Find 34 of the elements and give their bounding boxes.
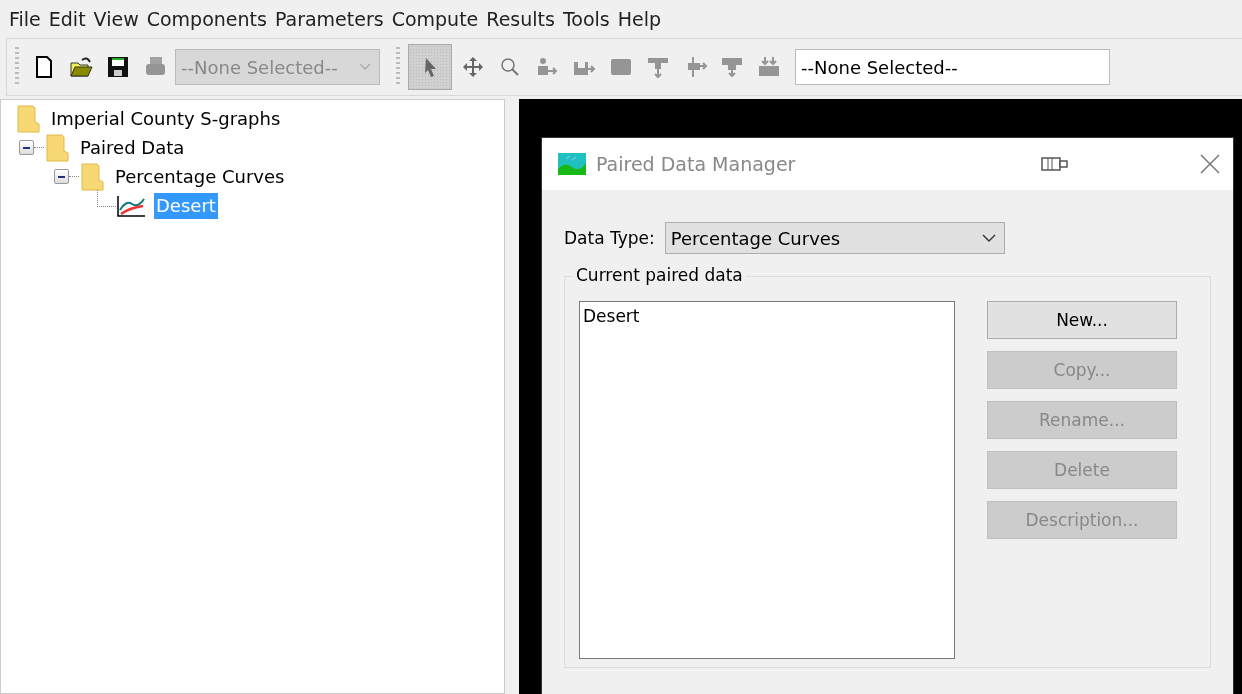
pointer-button[interactable]	[408, 44, 452, 90]
menu-item[interactable]: Results	[486, 8, 562, 30]
menu-item[interactable]: Tools	[562, 8, 617, 30]
data-type-dropdown[interactable]: Percentage Curves	[664, 222, 1005, 254]
tree-item[interactable]: Paired Data	[78, 134, 187, 161]
menu-item[interactable]: File	[9, 8, 48, 30]
list-item[interactable]: Desert	[582, 306, 952, 326]
close-icon[interactable]	[1199, 153, 1221, 175]
tree-item[interactable]: Imperial County S-graphs	[49, 105, 283, 132]
toolbar-grip[interactable]	[396, 47, 400, 87]
menu-item[interactable]: Compute	[391, 8, 486, 30]
caret-icon	[359, 63, 371, 71]
menu-item[interactable]: Parameters	[274, 8, 391, 30]
window-icon[interactable]	[1041, 155, 1069, 173]
menu-item[interactable]: Edit	[48, 8, 93, 30]
element-dropdown[interactable]: --None Selected--	[795, 49, 1110, 85]
menu-item[interactable]: Components	[146, 8, 274, 30]
chart-icon	[116, 193, 146, 218]
toolbar-grip[interactable]	[15, 47, 19, 87]
folder-icon	[46, 133, 70, 162]
folder-icon	[17, 104, 41, 133]
data-type-label: Data Type:	[564, 228, 655, 248]
tree-item[interactable]: Percentage Curves	[113, 163, 287, 190]
group-label: Current paired data	[573, 265, 746, 285]
collapse-icon[interactable]	[54, 169, 69, 184]
dialog-button[interactable]: New...	[987, 301, 1177, 339]
folder-icon	[81, 162, 105, 191]
caret-icon	[981, 233, 996, 243]
menu-item[interactable]: View	[93, 8, 146, 30]
dialog-title: Paired Data Manager	[596, 153, 796, 175]
folder-icon	[67, 54, 94, 80]
collapse-icon[interactable]	[19, 140, 34, 155]
landscape-icon	[558, 153, 586, 175]
menu-item[interactable]: Help	[617, 8, 669, 30]
